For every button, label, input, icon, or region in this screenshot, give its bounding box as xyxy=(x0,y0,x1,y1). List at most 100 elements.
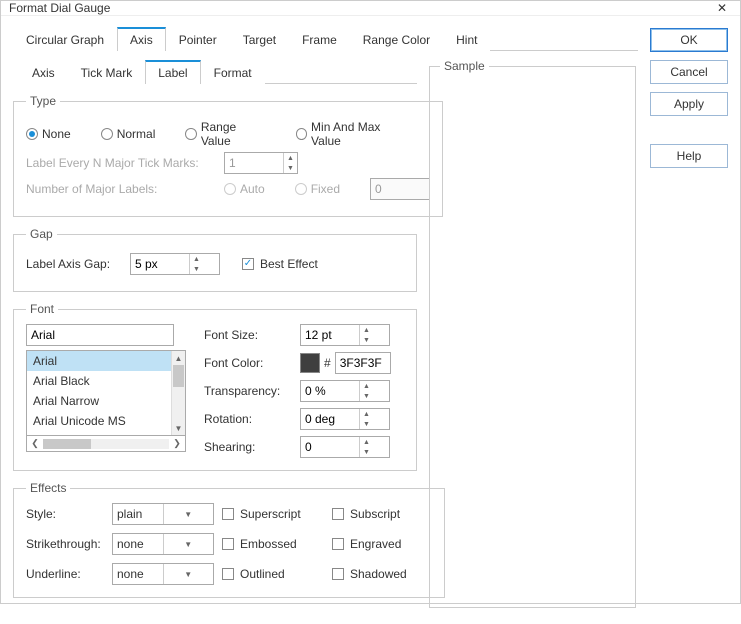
chevron-down-icon[interactable]: ▼ xyxy=(163,564,214,584)
subtab-axis[interactable]: Axis xyxy=(19,60,68,84)
tab-circular-graph[interactable]: Circular Graph xyxy=(13,27,117,51)
font-list-vscroll[interactable]: ▲▼ xyxy=(171,351,185,435)
radio-fixed: Fixed xyxy=(295,182,340,196)
font-list[interactable]: Arial Arial Black Arial Narrow Arial Uni… xyxy=(26,350,186,436)
group-gap: Gap Label Axis Gap: ▲▼ Best Effect xyxy=(13,227,417,292)
label-transparency: Transparency: xyxy=(204,384,294,398)
scroll-right-icon[interactable]: ❯ xyxy=(169,438,185,449)
label-every-n: Label Every N Major Tick Marks: xyxy=(26,156,216,170)
spin-rotation[interactable]: ▲▼ xyxy=(300,408,390,430)
scroll-up-icon[interactable]: ▲ xyxy=(172,351,185,365)
legend-effects: Effects xyxy=(26,481,70,495)
check-best-effect[interactable]: Best Effect xyxy=(242,257,318,271)
label-shearing: Shearing: xyxy=(204,440,294,454)
spin-up-icon[interactable]: ▲ xyxy=(360,437,373,447)
scroll-left-icon[interactable]: ❮ xyxy=(27,438,43,449)
tab-pointer[interactable]: Pointer xyxy=(166,27,230,51)
spin-up-icon[interactable]: ▲ xyxy=(190,254,203,264)
spin-transparency[interactable]: ▲▼ xyxy=(300,380,390,402)
check-shadowed[interactable]: Shadowed xyxy=(332,567,432,581)
input-label-every[interactable] xyxy=(225,153,283,173)
group-effects: Effects Style: plain▼ Superscript Subscr… xyxy=(13,481,445,598)
color-swatch[interactable] xyxy=(300,353,320,373)
check-engraved[interactable]: Engraved xyxy=(332,537,432,551)
radio-none[interactable]: None xyxy=(26,127,71,141)
combo-underline[interactable]: none▼ xyxy=(112,563,214,585)
label-num-major: Number of Major Labels: xyxy=(26,182,216,196)
input-shearing[interactable] xyxy=(301,437,359,457)
spin-gap[interactable]: ▲▼ xyxy=(130,253,220,275)
spin-up-icon[interactable]: ▲ xyxy=(284,153,297,163)
scroll-thumb[interactable] xyxy=(173,365,184,387)
chevron-down-icon[interactable]: ▼ xyxy=(163,504,214,524)
legend-gap: Gap xyxy=(26,227,57,241)
spin-up-icon[interactable]: ▲ xyxy=(360,381,373,391)
spin-down-icon[interactable]: ▼ xyxy=(284,163,297,173)
ok-button[interactable]: OK xyxy=(650,28,728,52)
group-type: Type None Normal Range Value Min And Max… xyxy=(13,94,443,217)
input-hex[interactable] xyxy=(335,352,391,374)
spin-down-icon[interactable]: ▼ xyxy=(360,447,373,457)
combo-strikethrough[interactable]: none▼ xyxy=(112,533,214,555)
font-item-arial[interactable]: Arial xyxy=(27,351,171,371)
tab-hint[interactable]: Hint xyxy=(443,27,490,51)
input-rotation[interactable] xyxy=(301,409,359,429)
subtab-tick-mark[interactable]: Tick Mark xyxy=(68,60,146,84)
input-font-name[interactable] xyxy=(26,324,174,346)
spin-up-icon[interactable]: ▲ xyxy=(360,409,373,419)
label-font-color: Font Color: xyxy=(204,356,294,370)
main-tabs: Circular Graph Axis Pointer Target Frame… xyxy=(13,26,638,51)
group-sample: Sample xyxy=(429,59,636,608)
input-fixed xyxy=(370,178,430,200)
spin-label-every[interactable]: ▲▼ xyxy=(224,152,298,174)
label-gap: Label Axis Gap: xyxy=(26,257,122,271)
spin-down-icon[interactable]: ▼ xyxy=(360,391,373,401)
help-button[interactable]: Help xyxy=(650,144,728,168)
legend-sample: Sample xyxy=(440,59,489,73)
tab-frame[interactable]: Frame xyxy=(289,27,350,51)
spin-down-icon[interactable]: ▼ xyxy=(360,419,373,429)
radio-auto: Auto xyxy=(224,182,265,196)
combo-style[interactable]: plain▼ xyxy=(112,503,214,525)
input-transparency[interactable] xyxy=(301,381,359,401)
close-icon[interactable]: ✕ xyxy=(712,1,732,15)
window-title: Format Dial Gauge xyxy=(9,1,712,15)
label-strikethrough: Strikethrough: xyxy=(26,537,112,551)
font-list-hscroll[interactable]: ❮❯ xyxy=(26,436,186,452)
font-item-arial-unicode[interactable]: Arial Unicode MS xyxy=(27,411,171,431)
spin-shearing[interactable]: ▲▼ xyxy=(300,436,390,458)
radio-normal[interactable]: Normal xyxy=(101,127,156,141)
input-gap[interactable] xyxy=(131,254,189,274)
label-rotation: Rotation: xyxy=(204,412,294,426)
spin-up-icon[interactable]: ▲ xyxy=(360,325,373,335)
label-underline: Underline: xyxy=(26,567,112,581)
dialog-window: Format Dial Gauge ✕ Circular Graph Axis … xyxy=(0,0,741,604)
radio-min-max[interactable]: Min And Max Value xyxy=(296,120,408,148)
subtab-format[interactable]: Format xyxy=(201,60,265,84)
input-font-size[interactable] xyxy=(301,325,359,345)
apply-button[interactable]: Apply xyxy=(650,92,728,116)
check-subscript[interactable]: Subscript xyxy=(332,507,432,521)
hash-sign: # xyxy=(324,356,331,370)
scroll-thumb-h[interactable] xyxy=(43,439,91,449)
spin-down-icon[interactable]: ▼ xyxy=(360,335,373,345)
titlebar: Format Dial Gauge ✕ xyxy=(1,1,740,16)
spin-down-icon[interactable]: ▼ xyxy=(190,264,203,274)
scroll-down-icon[interactable]: ▼ xyxy=(172,421,185,435)
cancel-button[interactable]: Cancel xyxy=(650,60,728,84)
check-superscript[interactable]: Superscript xyxy=(222,507,332,521)
label-font-size: Font Size: xyxy=(204,328,294,342)
spin-font-size[interactable]: ▲▼ xyxy=(300,324,390,346)
sub-tabs: Axis Tick Mark Label Format xyxy=(19,59,417,84)
subtab-label[interactable]: Label xyxy=(145,60,200,84)
check-embossed[interactable]: Embossed xyxy=(222,537,332,551)
tab-range-color[interactable]: Range Color xyxy=(350,27,443,51)
font-item-arial-narrow[interactable]: Arial Narrow xyxy=(27,391,171,411)
tab-axis[interactable]: Axis xyxy=(117,27,166,51)
font-item-arial-black[interactable]: Arial Black xyxy=(27,371,171,391)
radio-range-value[interactable]: Range Value xyxy=(185,120,265,148)
tab-target[interactable]: Target xyxy=(230,27,289,51)
legend-type: Type xyxy=(26,94,60,108)
check-outlined[interactable]: Outlined xyxy=(222,567,332,581)
chevron-down-icon[interactable]: ▼ xyxy=(163,534,214,554)
